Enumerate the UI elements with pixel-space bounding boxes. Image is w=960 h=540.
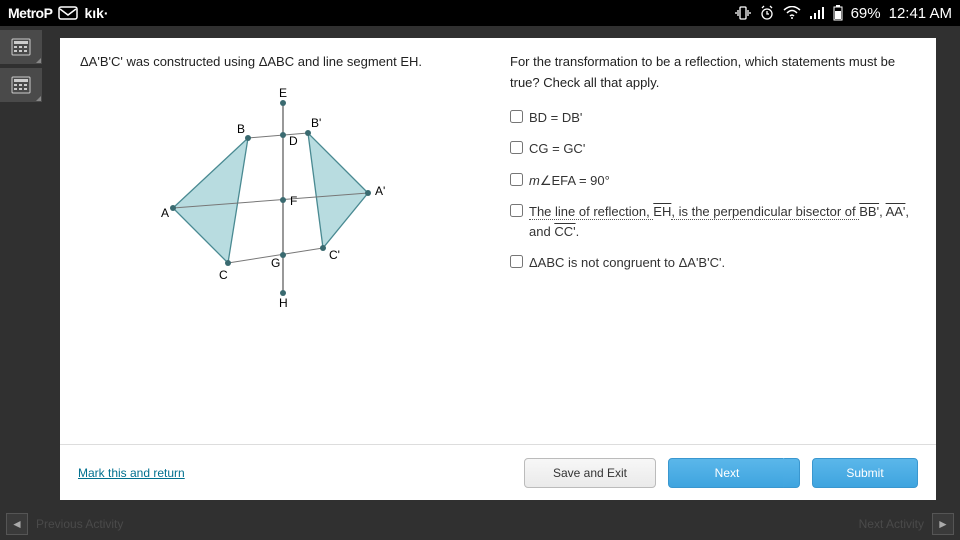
svg-text:B: B: [237, 122, 245, 136]
svg-text:E: E: [279, 86, 287, 100]
signal-icon: [809, 6, 825, 20]
option-4[interactable]: The line of reflection, EH, is the perpe…: [510, 202, 916, 241]
construction-prompt: ΔA'B'C' was constructed using ΔABC and l…: [80, 52, 486, 73]
option-3-label: m∠EFA = 90°: [529, 171, 610, 191]
android-status-bar: MetroP kık· 69% 12:41 AM: [0, 0, 960, 26]
battery-percent: 69%: [851, 5, 881, 22]
option-3[interactable]: m∠EFA = 90°: [510, 171, 916, 191]
option-5-label: ΔABC is not congruent to ΔA'B'C'.: [529, 253, 725, 273]
svg-text:D: D: [289, 134, 298, 148]
option-4-checkbox[interactable]: [510, 204, 523, 217]
svg-text:B': B': [311, 116, 321, 130]
calculator-tool-button[interactable]: [0, 30, 42, 64]
calculator-tool-button-2[interactable]: [0, 68, 42, 102]
submit-button[interactable]: Submit: [812, 458, 918, 488]
app-viewport: ΔA'B'C' was constructed using ΔABC and l…: [0, 26, 960, 540]
svg-text:C': C': [329, 248, 340, 262]
next-activity-label: Next Activity: [859, 517, 924, 531]
question-card: ΔA'B'C' was constructed using ΔABC and l…: [60, 38, 936, 500]
svg-text:A: A: [161, 206, 169, 220]
option-5-checkbox[interactable]: [510, 255, 523, 268]
option-3-checkbox[interactable]: [510, 173, 523, 186]
option-2[interactable]: CG = GC': [510, 139, 916, 159]
next-button[interactable]: Next: [668, 458, 800, 488]
svg-text:A': A': [375, 184, 385, 198]
option-4-label: The line of reflection, EH, is the perpe…: [529, 202, 916, 241]
activity-nav: ◄ Previous Activity Next Activity ►: [0, 508, 960, 540]
vibrate-icon: [735, 5, 751, 21]
mail-icon: [58, 6, 78, 20]
save-exit-button[interactable]: Save and Exit: [524, 458, 656, 488]
option-2-label: CG = GC': [529, 139, 585, 159]
card-footer: Mark this and return Save and Exit Next …: [60, 444, 936, 500]
geometry-diagram: E D F G H A B C A' B' C': [80, 83, 486, 313]
alarm-icon: [759, 5, 775, 21]
mark-return-link[interactable]: Mark this and return: [78, 466, 185, 480]
prev-activity-button[interactable]: ◄: [6, 513, 28, 535]
expand-corner-icon: [36, 58, 41, 63]
answer-options: BD = DB' CG = GC' m∠EFA = 90° The line o…: [510, 108, 916, 273]
next-activity-button[interactable]: ►: [932, 513, 954, 535]
svg-text:H: H: [279, 296, 288, 310]
expand-corner-icon: [36, 96, 41, 101]
clock-time: 12:41 AM: [889, 5, 952, 22]
svg-text:G: G: [271, 256, 280, 270]
left-column: ΔA'B'C' was constructed using ΔABC and l…: [80, 52, 486, 434]
question-prompt: For the transformation to be a reflectio…: [510, 52, 916, 94]
tool-sidebar: [0, 26, 60, 102]
carrier-label: MetroP: [8, 5, 52, 21]
svg-text:F: F: [290, 194, 297, 208]
right-column: For the transformation to be a reflectio…: [510, 52, 916, 434]
svg-text:C: C: [219, 268, 228, 282]
wifi-icon: [783, 6, 801, 20]
option-5[interactable]: ΔABC is not congruent to ΔA'B'C'.: [510, 253, 916, 273]
option-1[interactable]: BD = DB': [510, 108, 916, 128]
prev-activity-label: Previous Activity: [36, 517, 123, 531]
option-1-label: BD = DB': [529, 108, 582, 128]
option-2-checkbox[interactable]: [510, 141, 523, 154]
battery-icon: [833, 5, 843, 21]
option-1-checkbox[interactable]: [510, 110, 523, 123]
app-label: kık·: [84, 5, 108, 21]
